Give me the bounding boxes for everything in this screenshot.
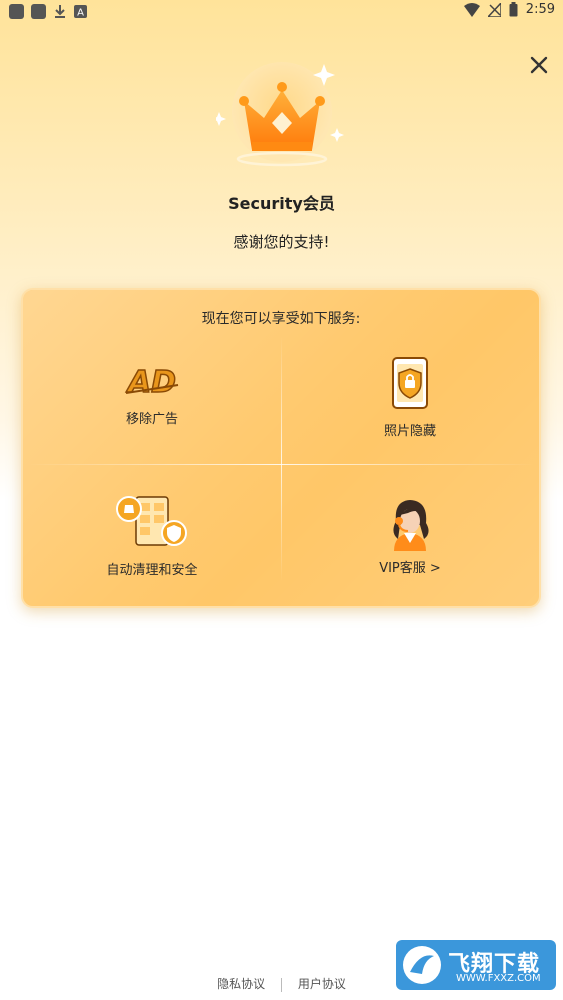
- svg-text:A: A: [77, 8, 84, 19]
- service-photo-hide: 照片隐藏: [281, 356, 539, 439]
- signal-icon: [487, 2, 501, 17]
- customer-service-icon: [393, 500, 429, 551]
- download-icon: [55, 5, 65, 18]
- svg-text:AD: AD: [126, 365, 176, 398]
- service-label: 照片隐藏: [383, 424, 436, 439]
- watermark-url: WWW.FXXZ.COM: [456, 973, 541, 984]
- app-notification-icon: [9, 4, 24, 19]
- divider: [27, 464, 535, 465]
- vip-customer-service-link[interactable]: VIP客服 >: [281, 495, 539, 576]
- page-title: Security会员: [228, 194, 335, 213]
- vip-benefits-card: 现在您可以享受如下服务: AD 移除广告 照片隐藏 自动清理和安全 VIP客服 …: [21, 288, 541, 608]
- wifi-icon: [463, 2, 480, 17]
- phone-lock-icon: [392, 357, 428, 409]
- crown-icon: [216, 62, 344, 167]
- battery-icon: [509, 2, 518, 17]
- watermark-logo: 飞翔下载 WWW.FXXZ.COM: [396, 940, 556, 990]
- bird-logo-icon: [403, 946, 441, 984]
- service-auto-clean: 自动清理和安全: [23, 495, 281, 578]
- ad-icon: AD: [125, 364, 179, 398]
- service-label: 自动清理和安全: [106, 563, 198, 578]
- notification-icons: A: [9, 4, 87, 19]
- app-notification-icon: [31, 4, 46, 19]
- close-icon[interactable]: [527, 53, 551, 77]
- service-label: 移除广告: [125, 412, 178, 427]
- service-remove-ads: AD 移除广告: [23, 362, 281, 427]
- thanks-text: 感谢您的支持!: [233, 233, 330, 251]
- a-badge-icon: A: [74, 5, 87, 18]
- service-label: VIP客服 >: [379, 561, 441, 576]
- clock: 2:59: [525, 2, 555, 17]
- status-bar: A 2:59: [0, 0, 563, 24]
- privacy-policy-link[interactable]: 隐私协议: [217, 975, 265, 992]
- clean-security-icon: [116, 496, 187, 546]
- user-agreement-link[interactable]: 用户协议: [298, 975, 346, 992]
- benefits-heading: 现在您可以享受如下服务:: [201, 311, 361, 327]
